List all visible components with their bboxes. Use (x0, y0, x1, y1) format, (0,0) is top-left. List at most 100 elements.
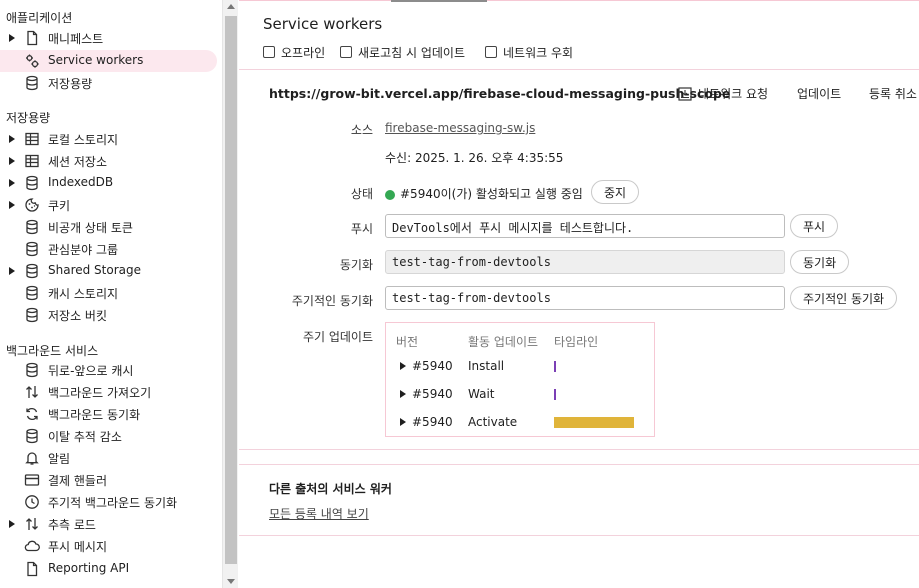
push-label: 푸시 (350, 222, 373, 236)
sidebar-item-notifications[interactable]: 알림 (0, 447, 217, 469)
periodic-sync-button[interactable]: 주기적인 동기화 (790, 286, 898, 310)
sidebar-item-bounce-tracking[interactable]: 이탈 추적 감소 (0, 425, 217, 447)
sidebar-item-label: 로컬 스토리지 (48, 133, 119, 147)
expand-arrow-icon[interactable] (400, 362, 406, 370)
database-icon (24, 307, 40, 323)
expand-arrow-icon[interactable] (400, 418, 406, 426)
timeline-bar (554, 417, 634, 428)
sidebar-item-label: 알림 (48, 452, 71, 466)
expand-arrow-icon[interactable] (400, 390, 406, 398)
push-button[interactable]: 푸시 (790, 214, 839, 238)
source-file-link[interactable]: firebase-messaging-sw.js (385, 121, 535, 135)
timeline-bar (554, 389, 556, 400)
stop-button[interactable]: 중지 (591, 180, 640, 204)
update-cycle-label: 주기 업데이트 (302, 330, 373, 344)
update-on-reload-checkbox[interactable]: 새로고침 시 업데이트 (340, 44, 465, 60)
column-header: 타임라인 (554, 335, 599, 349)
expand-arrow-icon[interactable] (9, 179, 15, 187)
network-requests-link[interactable]: 네트워크 요청 (678, 85, 768, 102)
table-row[interactable]: #5940 Install (386, 357, 654, 377)
network-requests-label: 네트워크 요청 (698, 87, 769, 101)
update-label: 업데이트 (797, 87, 842, 101)
sidebar-item-push-messaging[interactable]: 푸시 메시지 (0, 535, 217, 557)
received-time: 수신: 2025. 1. 26. 오후 4:35:55 (385, 151, 564, 165)
sidebar-item-label: 매니페스트 (48, 32, 104, 46)
scroll-up-icon[interactable] (227, 4, 235, 9)
sidebar-item-label: 백그라운드 가져오기 (48, 386, 152, 400)
network-requests-icon (678, 86, 692, 101)
divider (239, 449, 919, 450)
see-all-registrations-link[interactable]: 모든 등록 내역 보기 (269, 505, 369, 522)
sidebar-item-indexeddb[interactable]: IndexedDB (0, 172, 217, 194)
sync-input[interactable]: test-tag-from-devtools (385, 250, 785, 274)
sidebar-item-bfcache[interactable]: 뒤로-앞으로 캐시 (0, 359, 217, 381)
document-icon (24, 561, 40, 577)
section-title-storage: 저장용량 (6, 111, 51, 125)
sidebar-item-label: 쿠키 (48, 199, 71, 213)
sidebar-item-cache-storage[interactable]: 캐시 스토리지 (0, 282, 217, 304)
sidebar-item-local-storage[interactable]: 로컬 스토리지 (0, 128, 217, 150)
divider (239, 535, 919, 536)
offline-checkbox[interactable]: 오프라인 (263, 44, 325, 60)
sidebar-item-storage[interactable]: 저장용량 (0, 72, 217, 94)
expand-arrow-icon[interactable] (9, 520, 15, 528)
activity-cell: Wait (468, 387, 495, 401)
table-row[interactable]: #5940 Wait (386, 385, 654, 405)
card-icon (24, 472, 40, 488)
sidebar-item-background-sync[interactable]: 백그라운드 동기화 (0, 403, 217, 425)
divider (239, 0, 919, 1)
sidebar-item-label: 추측 로드 (48, 518, 96, 532)
sidebar-item-background-fetch[interactable]: 백그라운드 가져오기 (0, 381, 217, 403)
push-input[interactable]: DevTools에서 푸시 메시지를 테스트합니다. (385, 214, 785, 238)
sidebar-item-storage-buckets[interactable]: 저장소 버킷 (0, 304, 217, 326)
scroll-down-icon[interactable] (227, 579, 235, 584)
sidebar-item-label: 캐시 스토리지 (48, 287, 119, 301)
sidebar-item-cookies[interactable]: 쿠키 (0, 194, 217, 216)
sidebar: 애플리케이션 매니페스트 Service workers 저장용량 저장용량 로… (0, 0, 222, 588)
expand-arrow-icon[interactable] (9, 135, 15, 143)
expand-arrow-icon[interactable] (9, 157, 15, 165)
sidebar-item-service-workers[interactable]: Service workers (0, 50, 217, 72)
sidebar-item-shared-storage[interactable]: Shared Storage (0, 260, 217, 282)
unregister-link[interactable]: 등록 취소 (869, 85, 917, 102)
sidebar-item-periodic-background-sync[interactable]: 주기적 백그라운드 동기화 (0, 491, 217, 513)
database-icon (24, 175, 40, 191)
checkbox-box[interactable] (485, 46, 497, 58)
bypass-network-checkbox[interactable]: 네트워크 우회 (485, 44, 573, 60)
sidebar-item-payment-handler[interactable]: 결제 핸들러 (0, 469, 217, 491)
sidebar-item-reporting-api[interactable]: Reporting API (0, 558, 217, 580)
activity-cell: Activate (468, 415, 518, 429)
update-link[interactable]: 업데이트 (797, 85, 841, 102)
sidebar-item-session-storage[interactable]: 세션 저장소 (0, 150, 217, 172)
divider (239, 464, 919, 465)
database-icon (24, 285, 40, 301)
periodic-sync-input[interactable]: test-tag-from-devtools (385, 286, 785, 310)
expand-arrow-icon[interactable] (9, 267, 15, 275)
status-dot-icon (385, 189, 395, 200)
database-icon (24, 362, 40, 378)
expand-arrow-icon[interactable] (9, 201, 15, 209)
scrollbar-thumb[interactable] (225, 16, 237, 564)
bell-icon (24, 450, 40, 466)
expand-arrow-icon[interactable] (9, 34, 15, 42)
clock-icon (24, 494, 40, 510)
table-icon (24, 153, 40, 169)
column-header: 활동 업데이트 (468, 335, 539, 349)
update-cycle-table: 버전 활동 업데이트 타임라인 #5940 Install #5940 Wait… (385, 322, 655, 437)
column-header: 버전 (396, 335, 419, 349)
sidebar-scrollbar[interactable] (222, 0, 238, 588)
sidebar-item-private-state-tokens[interactable]: 비공개 상태 토큰 (0, 216, 217, 238)
sidebar-item-interest-groups[interactable]: 관심분야 그룹 (0, 238, 217, 260)
checkbox-box[interactable] (263, 46, 275, 58)
arrows-updown-icon (24, 516, 40, 532)
other-origins-title: 다른 출처의 서비스 워커 (269, 482, 392, 496)
status-label: 상태 (350, 187, 373, 201)
sync-button[interactable]: 동기화 (790, 250, 850, 274)
sidebar-item-label: 푸시 메시지 (48, 540, 108, 554)
checkbox-label: 네트워크 우회 (503, 45, 574, 60)
sidebar-item-manifest[interactable]: 매니페스트 (0, 27, 217, 49)
table-row[interactable]: #5940 Activate (386, 413, 654, 433)
checkbox-box[interactable] (340, 46, 352, 58)
sidebar-item-speculative-loads[interactable]: 추측 로드 (0, 513, 217, 535)
page-title: Service workers (263, 15, 383, 33)
